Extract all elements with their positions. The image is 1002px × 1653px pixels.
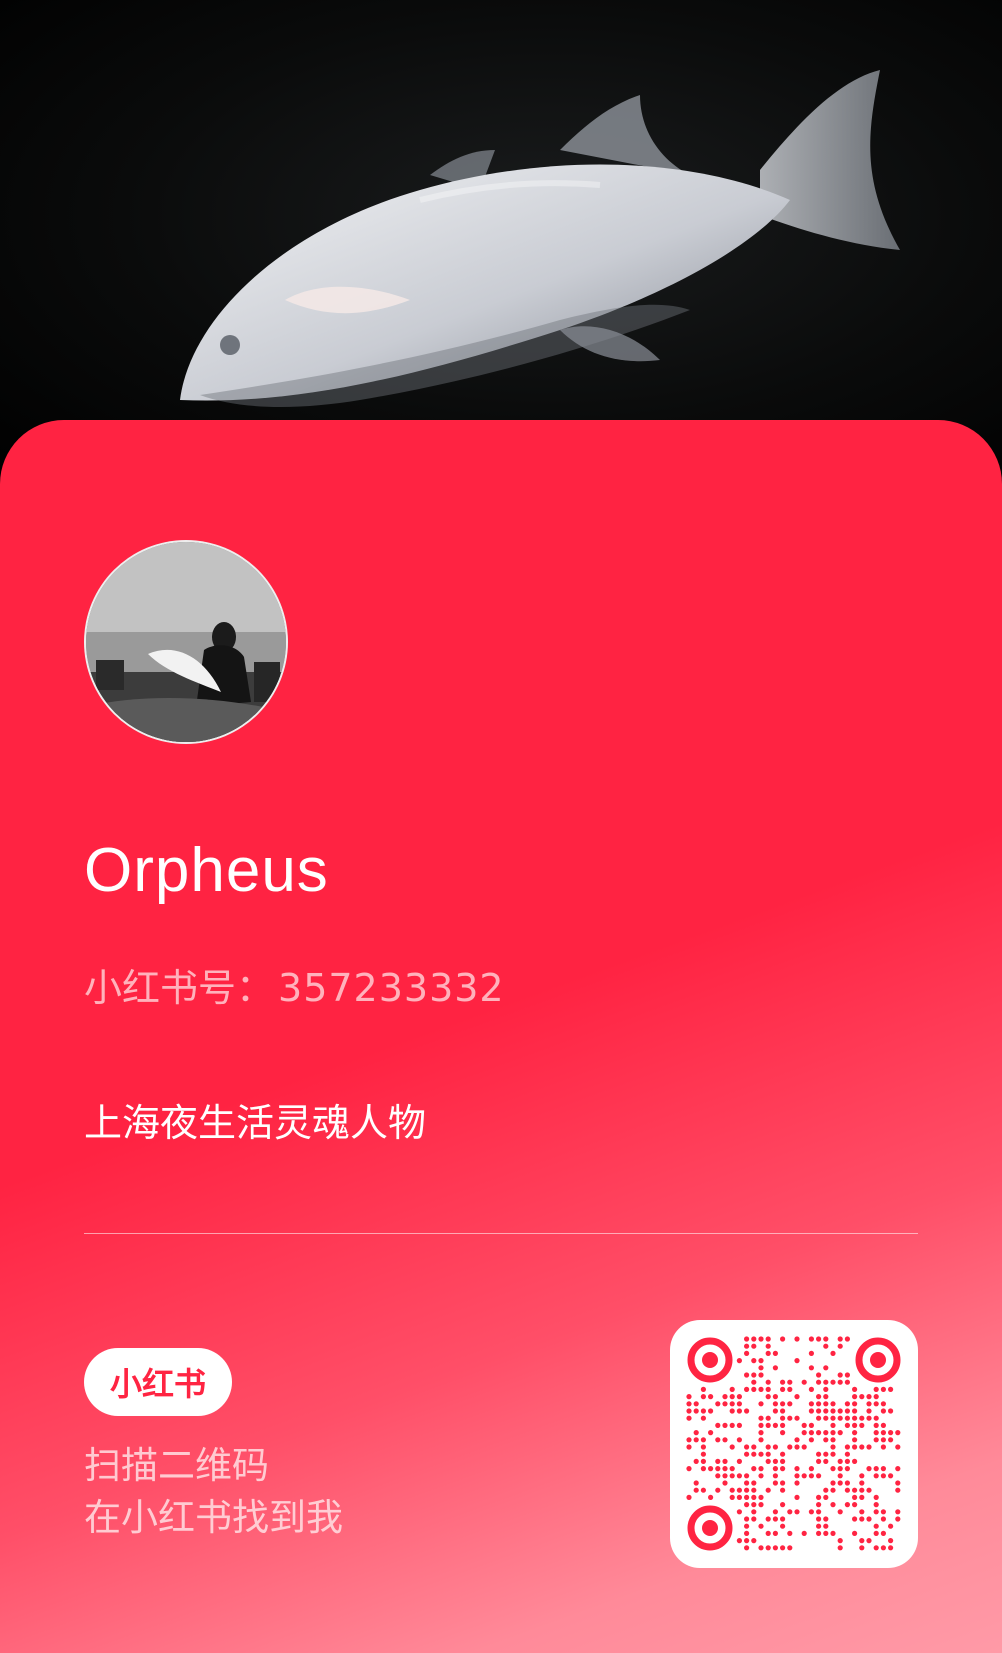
avatar-photo-icon bbox=[86, 542, 286, 742]
avatar[interactable] bbox=[84, 540, 288, 744]
bio: 上海夜生活灵魂人物 bbox=[84, 1101, 427, 1145]
qr-finder-top-right bbox=[855, 1337, 901, 1383]
fish-icon bbox=[180, 70, 900, 407]
qr-code[interactable] bbox=[670, 1320, 918, 1568]
scan-line-2: 在小红书找到我 bbox=[84, 1496, 343, 1539]
xhs-id-label: 小红书号： bbox=[84, 966, 275, 1010]
qr-code-icon bbox=[686, 1336, 901, 1551]
qr-finder-bottom-left bbox=[687, 1505, 733, 1551]
scan-line-1: 扫描二维码 bbox=[84, 1444, 269, 1487]
logo-text: 小红书 bbox=[109, 1365, 206, 1403]
xhs-id: 小红书号： 357233332 bbox=[84, 957, 505, 1012]
scan-instructions: 扫描二维码 在小红书找到我 bbox=[84, 1440, 343, 1544]
profile-card: Orpheus 小红书号： 357233332 上海夜生活灵魂人物 小红书 扫描二… bbox=[0, 420, 1002, 1653]
divider bbox=[84, 1233, 918, 1234]
username: Orpheus bbox=[84, 836, 329, 905]
cover-image bbox=[0, 0, 1002, 480]
xiaohongshu-logo-icon: 小红书 bbox=[84, 1348, 232, 1416]
xhs-id-value: 357233332 bbox=[278, 966, 505, 1010]
qr-finder-top-left bbox=[687, 1337, 733, 1383]
